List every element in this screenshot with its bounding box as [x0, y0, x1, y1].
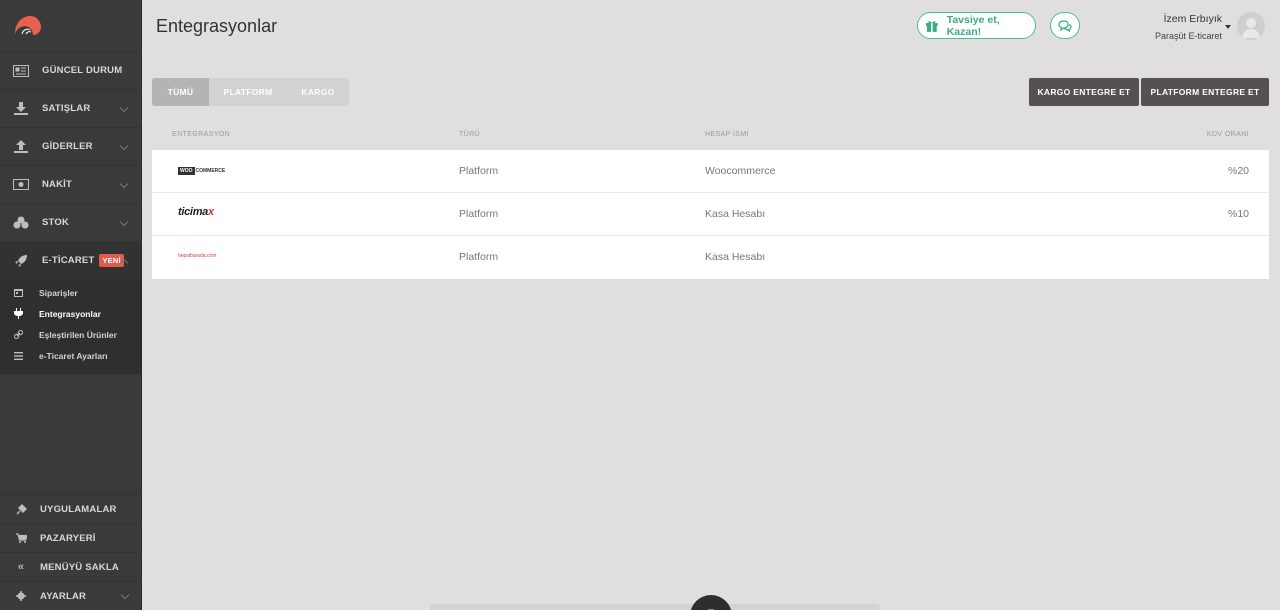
- page-title: Entegrasyonlar: [156, 16, 278, 36]
- sidebar-item-label: STOK: [42, 217, 70, 228]
- subitem-label: e-Ticaret Ayarları: [39, 350, 108, 361]
- newspaper-icon: [12, 64, 30, 78]
- account-name: Woocommerce: [705, 165, 776, 177]
- chevron-down-icon: [120, 590, 130, 600]
- sidebar-item-ayarlar[interactable]: AYARLAR: [0, 581, 142, 610]
- sidebar-item-satislar[interactable]: SATIŞLAR: [0, 90, 141, 128]
- ticimax-logo: ticimax: [178, 206, 214, 218]
- table-header: ENTEGRASYON TÜRÜ HESAP İSMİ KDV ORANI: [152, 126, 1269, 148]
- sidebar-item-giderler[interactable]: GİDERLER: [0, 128, 141, 166]
- integrations-table: WOO COMMERCE Platform Woocommerce %20 ti…: [152, 150, 1269, 279]
- tab-platform[interactable]: PLATFORM: [209, 78, 287, 106]
- column-header-type[interactable]: TÜRÜ: [459, 131, 480, 138]
- cart-icon: [12, 531, 30, 545]
- plug-icon: [12, 308, 24, 319]
- refer-and-earn-button[interactable]: Tavsiye et, Kazan!: [917, 12, 1036, 39]
- sidebar-subitem-siparisler[interactable]: Siparişler: [0, 282, 141, 303]
- refer-label: Tavsiye et, Kazan!: [946, 13, 1000, 38]
- sidebar: GÜNCEL DURUM SATIŞLAR GİDERLER NAKİT STO…: [0, 0, 142, 610]
- vat-rate: %20: [1227, 165, 1249, 177]
- table-row[interactable]: hepsiburada.com Platform Kasa Hesabı: [152, 236, 1269, 279]
- sidebar-item-uygulamalar[interactable]: UYGULAMALAR: [0, 494, 142, 523]
- hepsiburada-logo: hepsiburada.com: [178, 253, 217, 259]
- integrate-cargo-button[interactable]: KARGO ENTEGRE ET: [1029, 78, 1139, 106]
- list-icon: [12, 351, 24, 360]
- user-menu[interactable]: İzem Erbıyık: [1164, 13, 1222, 25]
- sidebar-subitem-eticaret-ayarlari[interactable]: e-Ticaret Ayarları: [0, 345, 141, 366]
- chat-button[interactable]: [1050, 12, 1080, 39]
- sidebar-item-label: E-TİCARET: [42, 255, 95, 266]
- sidebar-item-e-ticaret[interactable]: E-TİCARET YENİ: [0, 242, 141, 280]
- sidebar-item-label: MENÜYÜ SAKLA: [40, 561, 119, 573]
- column-header-integration[interactable]: ENTEGRASYON: [172, 131, 230, 138]
- woocommerce-logo: WOO COMMERCE: [178, 167, 225, 175]
- column-header-account[interactable]: HESAP İSMİ: [705, 131, 749, 138]
- column-header-vat[interactable]: KDV ORANI: [1207, 131, 1249, 138]
- avatar[interactable]: [1237, 12, 1265, 40]
- sidebar-item-guncel-durum[interactable]: GÜNCEL DURUM: [0, 52, 141, 90]
- subitem-label: Eşleştirilen Ürünler: [39, 329, 117, 340]
- sidebar-item-label: AYARLAR: [40, 590, 87, 602]
- woocommerce-logo-box: WOO: [178, 167, 195, 175]
- sidebar-item-label: GİDERLER: [42, 141, 93, 152]
- integration-type: Platform: [459, 165, 499, 177]
- integration-type: Platform: [459, 251, 499, 263]
- download-icon: [12, 102, 30, 116]
- table-row[interactable]: ticimax Platform Kasa Hesabı %10: [152, 193, 1269, 236]
- sidebar-item-label: SATIŞLAR: [42, 103, 91, 114]
- sidebar-bottom: UYGULAMALAR PAZARYERİ « MENÜYÜ SAKLA AYA…: [0, 494, 142, 610]
- chevron-down-icon: [119, 141, 129, 151]
- floating-add-button[interactable]: [690, 595, 732, 610]
- vat-rate: %10: [1227, 208, 1249, 220]
- integration-type: Platform: [459, 208, 499, 220]
- chat-icon: [1058, 19, 1072, 32]
- cash-icon: [12, 178, 30, 192]
- sidebar-item-label: GÜNCEL DURUM: [42, 65, 123, 76]
- caret-down-icon[interactable]: [1225, 25, 1231, 29]
- sidebar-item-nakit[interactable]: NAKİT: [0, 166, 141, 204]
- chevron-down-icon: [119, 217, 129, 227]
- company-name: Paraşüt E-ticaret: [1154, 31, 1222, 41]
- new-badge: YENİ: [99, 254, 124, 267]
- table-row[interactable]: WOO COMMERCE Platform Woocommerce %20: [152, 150, 1269, 193]
- sidebar-item-pazaryeri[interactable]: PAZARYERİ: [0, 523, 142, 552]
- sidebar-subitem-entegrasyonlar[interactable]: Entegrasyonlar: [0, 303, 141, 324]
- sidebar-item-label: NAKİT: [42, 179, 73, 190]
- calendar-icon: [12, 288, 24, 297]
- ticimax-logo-text: ticima: [178, 206, 208, 218]
- cubes-icon: [12, 216, 30, 230]
- tab-all[interactable]: TÜMÜ: [152, 78, 209, 106]
- rocket-icon: [12, 254, 30, 268]
- subitem-label: Entegrasyonlar: [39, 308, 101, 319]
- upload-icon: [12, 140, 30, 154]
- account-name: Kasa Hesabı: [705, 208, 766, 220]
- sidebar-item-label: UYGULAMALAR: [40, 503, 117, 515]
- e-ticaret-submenu: Siparişler Entegrasyonlar Eşleştirilen Ü…: [0, 280, 141, 374]
- chevron-down-icon: [119, 103, 129, 113]
- sidebar-item-label: PAZARYERİ: [40, 532, 96, 544]
- woocommerce-logo-text: COMMERCE: [195, 168, 226, 174]
- chevron-down-icon: [119, 179, 129, 189]
- sidebar-subitem-eslestirilen-urunler[interactable]: Eşleştirilen Ürünler: [0, 324, 141, 345]
- double-chevron-left-icon: «: [17, 561, 25, 573]
- integrate-platform-button[interactable]: PLATFORM ENTEGRE ET: [1141, 78, 1269, 106]
- gift-icon: [925, 20, 938, 32]
- parasut-logo-icon: [15, 15, 41, 35]
- logo-area[interactable]: [0, 0, 141, 52]
- sidebar-item-stok[interactable]: STOK: [0, 204, 141, 242]
- plug-icon: [12, 502, 30, 516]
- sidebar-item-menuyu-sakla[interactable]: « MENÜYÜ SAKLA: [0, 552, 142, 581]
- user-avatar-icon: [1242, 18, 1260, 38]
- account-name: Kasa Hesabı: [705, 251, 766, 263]
- gear-icon: [12, 589, 30, 603]
- subitem-label: Siparişler: [39, 287, 78, 298]
- link-icon: [12, 330, 24, 339]
- filter-tabs: TÜMÜ PLATFORM KARGO: [152, 78, 349, 106]
- ticimax-logo-accent: x: [208, 206, 214, 218]
- tab-kargo[interactable]: KARGO: [287, 78, 349, 106]
- bottom-shadow: [430, 604, 880, 610]
